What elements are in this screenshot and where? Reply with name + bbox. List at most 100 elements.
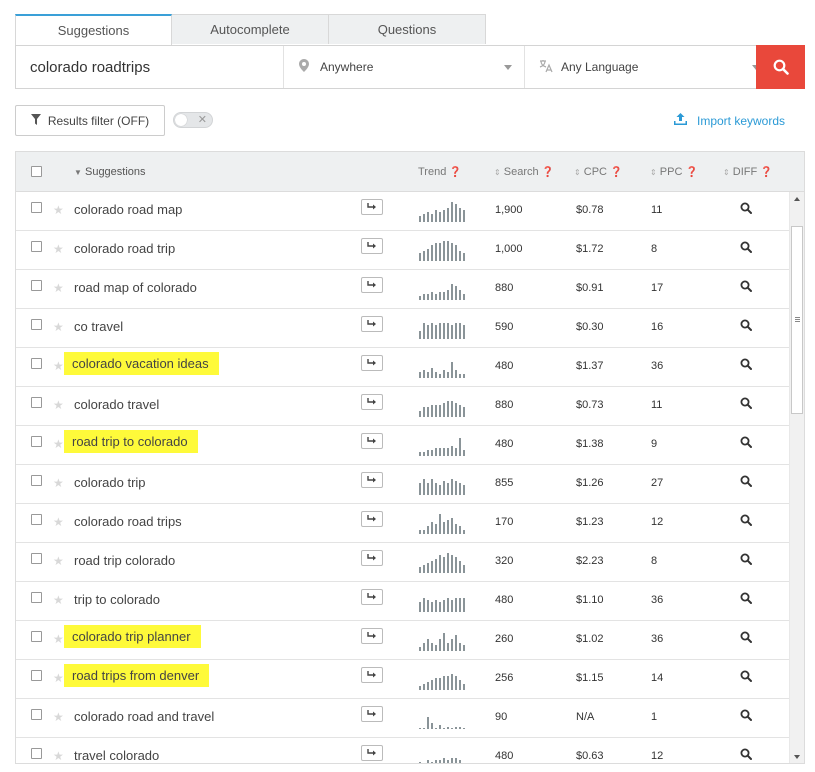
- keyword-text[interactable]: road trip colorado: [74, 553, 175, 568]
- row-checkbox[interactable]: [31, 202, 42, 213]
- trend-bar: [419, 483, 421, 495]
- col-cpc[interactable]: ⇕ CPC ❓: [574, 166, 623, 178]
- star-icon[interactable]: ★: [53, 593, 64, 607]
- star-icon[interactable]: ★: [53, 437, 64, 451]
- row-checkbox[interactable]: [31, 748, 42, 759]
- keyword-text[interactable]: colorado vacation ideas: [64, 352, 219, 375]
- keyword-text[interactable]: colorado trip: [74, 475, 146, 490]
- results-filter-button[interactable]: Results filter (OFF): [15, 105, 165, 136]
- forward-arrow-button[interactable]: [361, 472, 383, 488]
- keyword-text[interactable]: colorado road map: [74, 202, 182, 217]
- row-checkbox[interactable]: [31, 436, 42, 447]
- forward-arrow-button[interactable]: [361, 277, 383, 293]
- tab-questions[interactable]: Questions: [329, 14, 486, 44]
- star-icon[interactable]: ★: [53, 359, 64, 373]
- star-icon[interactable]: ★: [53, 476, 64, 490]
- tab-autocomplete[interactable]: Autocomplete: [172, 14, 329, 44]
- diff-search-icon[interactable]: [740, 631, 752, 646]
- keyword-text[interactable]: travel colorado: [74, 748, 159, 763]
- diff-search-icon[interactable]: [740, 241, 752, 256]
- forward-arrow-button[interactable]: [361, 628, 383, 644]
- keyword-text[interactable]: road map of colorado: [74, 280, 197, 295]
- diff-search-icon[interactable]: [740, 475, 752, 490]
- search-input[interactable]: [16, 46, 284, 88]
- row-checkbox[interactable]: [31, 709, 42, 720]
- star-icon[interactable]: ★: [53, 398, 64, 412]
- forward-arrow-button[interactable]: [361, 667, 383, 683]
- keyword-text[interactable]: colorado road and travel: [74, 709, 214, 724]
- forward-arrow-button[interactable]: [361, 589, 383, 605]
- row-checkbox[interactable]: [31, 553, 42, 564]
- row-checkbox[interactable]: [31, 241, 42, 252]
- forward-arrow-button[interactable]: [361, 550, 383, 566]
- star-icon[interactable]: ★: [53, 203, 64, 217]
- location-select[interactable]: Anywhere: [284, 46, 525, 88]
- star-icon[interactable]: ★: [53, 749, 64, 763]
- col-ppc[interactable]: ⇕ PPC ❓: [650, 166, 698, 178]
- keyword-text[interactable]: colorado trip planner: [64, 625, 201, 648]
- star-icon[interactable]: ★: [53, 671, 64, 685]
- row-checkbox[interactable]: [31, 631, 42, 642]
- star-icon[interactable]: ★: [53, 320, 64, 334]
- keyword-text[interactable]: colorado road trip: [74, 241, 175, 256]
- filter-toggle[interactable]: ✕: [173, 112, 213, 128]
- forward-arrow-button[interactable]: [361, 316, 383, 332]
- col-suggestions[interactable]: ▼ Suggestions: [74, 166, 146, 178]
- keyword-text[interactable]: trip to colorado: [74, 592, 160, 607]
- star-icon[interactable]: ★: [53, 710, 64, 724]
- diff-search-icon[interactable]: [740, 397, 752, 412]
- keyword-text[interactable]: road trip to colorado: [64, 430, 198, 453]
- forward-arrow-button[interactable]: [361, 394, 383, 410]
- diff-search-icon[interactable]: [740, 553, 752, 568]
- select-all-checkbox[interactable]: [31, 166, 42, 177]
- scrollbar[interactable]: [789, 192, 804, 763]
- star-icon[interactable]: ★: [53, 281, 64, 295]
- col-trend[interactable]: Trend ❓: [418, 166, 462, 178]
- row-checkbox[interactable]: [31, 397, 42, 408]
- keyword-text[interactable]: colorado travel: [74, 397, 159, 412]
- star-icon[interactable]: ★: [53, 632, 64, 646]
- forward-arrow-button[interactable]: [361, 238, 383, 254]
- row-checkbox[interactable]: [31, 514, 42, 525]
- row-checkbox[interactable]: [31, 670, 42, 681]
- row-checkbox[interactable]: [31, 319, 42, 330]
- row-checkbox[interactable]: [31, 358, 42, 369]
- diff-search-icon[interactable]: [740, 514, 752, 529]
- col-diff[interactable]: ⇕ DIFF ❓: [723, 166, 773, 178]
- keyword-text[interactable]: road trips from denver: [64, 664, 210, 687]
- diff-search-icon[interactable]: [740, 319, 752, 334]
- diff-search-icon[interactable]: [740, 748, 752, 763]
- keyword-text[interactable]: colorado road trips: [74, 514, 182, 529]
- trend-bar: [451, 518, 453, 534]
- forward-arrow-button[interactable]: [361, 745, 383, 761]
- diff-search-icon[interactable]: [740, 358, 752, 373]
- diff-search-icon[interactable]: [740, 592, 752, 607]
- search-volume: 480: [495, 360, 514, 372]
- star-icon[interactable]: ★: [53, 554, 64, 568]
- row-checkbox[interactable]: [31, 475, 42, 486]
- star-icon[interactable]: ★: [53, 515, 64, 529]
- row-checkbox[interactable]: [31, 592, 42, 603]
- keyword-text[interactable]: co travel: [74, 319, 123, 334]
- row-checkbox[interactable]: [31, 280, 42, 291]
- scroll-up-arrow[interactable]: [794, 197, 800, 201]
- search-button[interactable]: [756, 45, 805, 89]
- forward-arrow-button[interactable]: [361, 355, 383, 371]
- trend-bar: [447, 241, 449, 261]
- tab-suggestions[interactable]: Suggestions: [15, 14, 172, 45]
- import-keywords-link[interactable]: Import keywords: [674, 113, 785, 128]
- diff-search-icon[interactable]: [740, 436, 752, 451]
- forward-arrow-button[interactable]: [361, 199, 383, 215]
- scroll-down-arrow[interactable]: [794, 755, 800, 759]
- star-icon[interactable]: ★: [53, 242, 64, 256]
- forward-arrow-button[interactable]: [361, 433, 383, 449]
- scrollbar-thumb[interactable]: [791, 226, 803, 414]
- diff-search-icon[interactable]: [740, 280, 752, 295]
- diff-search-icon[interactable]: [740, 202, 752, 217]
- forward-arrow-button[interactable]: [361, 706, 383, 722]
- diff-search-icon[interactable]: [740, 709, 752, 724]
- col-search[interactable]: ⇕ Search ❓: [494, 166, 554, 178]
- language-select[interactable]: Any Language: [525, 46, 772, 88]
- diff-search-icon[interactable]: [740, 670, 752, 685]
- forward-arrow-button[interactable]: [361, 511, 383, 527]
